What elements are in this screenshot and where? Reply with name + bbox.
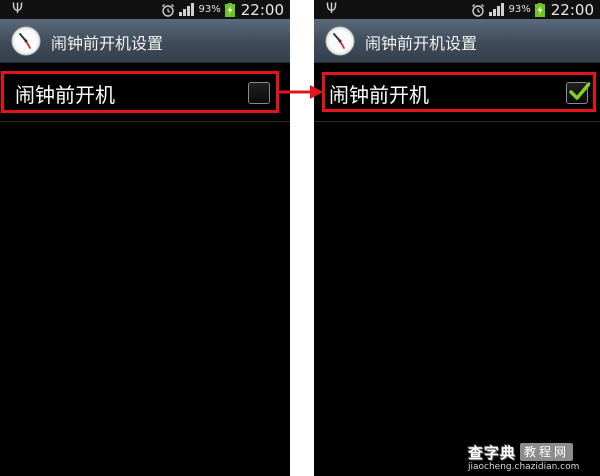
battery-charging-icon [534,2,545,17]
watermark-tag: 教程网 [520,443,574,461]
usb-icon: Ψ [12,1,24,17]
setting-label: 闹钟前开机 [329,83,429,107]
watermark-brand: 查字典 [468,444,517,462]
status-time: 22:00 [240,0,284,19]
alarm-icon [161,3,174,17]
status-icons: 93% 22:00 [161,0,284,19]
alarm-icon [471,3,484,17]
clock-app-icon [325,26,355,56]
battery-percent: 93% [198,4,221,15]
title-bar: 闹钟前开机设置 [314,19,600,63]
battery-charging-icon [224,2,235,17]
status-bar: Ψ 93% 22:00 [314,0,600,19]
watermark-url: jiaocheng.chazidian.com [468,462,580,472]
screen-before: Ψ 93% 22:00 闹钟前开机设置 闹钟前开机 [0,0,290,476]
title-bar: 闹钟前开机设置 [0,19,290,63]
setting-row-power-on-before-alarm[interactable]: 闹钟前开机 [0,64,290,122]
power-on-checkbox[interactable] [566,82,590,104]
status-icons: 93% 22:00 [471,0,594,19]
clock-app-icon [11,26,41,56]
battery-percent: 93% [508,4,531,15]
signal-icon [488,3,504,16]
page-title: 闹钟前开机设置 [51,34,164,53]
screen-after: Ψ 93% 22:00 闹钟前开机设置 闹钟前开机 [314,0,600,476]
watermark-logo: 查字典 教程网 jiaocheng.chazidian.com [468,440,596,474]
usb-icon: Ψ [326,1,338,17]
power-on-checkbox[interactable] [248,82,270,104]
status-bar: Ψ 93% 22:00 [0,0,290,19]
arrow-right-icon [278,85,323,99]
setting-row-power-on-before-alarm[interactable]: 闹钟前开机 [314,64,600,122]
setting-label: 闹钟前开机 [15,83,115,107]
checkmark-icon [569,82,590,100]
page-title: 闹钟前开机设置 [365,34,478,53]
signal-icon [178,3,194,16]
status-time: 22:00 [550,0,594,19]
